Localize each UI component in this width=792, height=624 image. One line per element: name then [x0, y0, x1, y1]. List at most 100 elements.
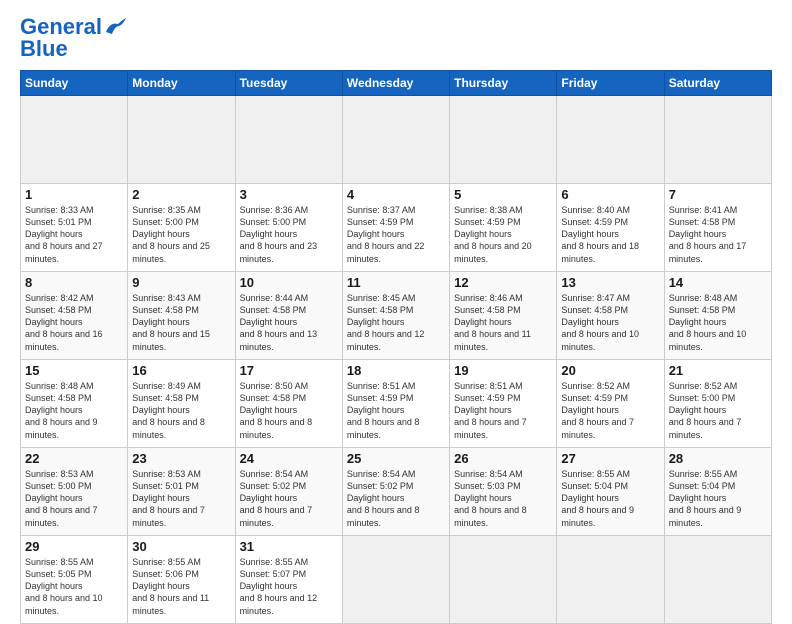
cell-info: Sunrise: 8:49 AMSunset: 4:58 PMDaylight …	[132, 381, 205, 440]
day-number: 15	[25, 363, 123, 378]
calendar-cell: 4 Sunrise: 8:37 AMSunset: 4:59 PMDayligh…	[342, 184, 449, 272]
day-number: 24	[240, 451, 338, 466]
cell-info: Sunrise: 8:52 AMSunset: 4:59 PMDaylight …	[561, 381, 634, 440]
calendar-cell: 1 Sunrise: 8:33 AMSunset: 5:01 PMDayligh…	[21, 184, 128, 272]
cell-info: Sunrise: 8:42 AMSunset: 4:58 PMDaylight …	[25, 293, 103, 352]
calendar-cell	[450, 96, 557, 184]
col-header-friday: Friday	[557, 71, 664, 96]
day-number: 12	[454, 275, 552, 290]
calendar-cell	[664, 536, 771, 624]
cell-info: Sunrise: 8:51 AMSunset: 4:59 PMDaylight …	[347, 381, 420, 440]
calendar-cell: 12 Sunrise: 8:46 AMSunset: 4:58 PMDaylig…	[450, 272, 557, 360]
calendar-cell: 5 Sunrise: 8:38 AMSunset: 4:59 PMDayligh…	[450, 184, 557, 272]
calendar-cell: 9 Sunrise: 8:43 AMSunset: 4:58 PMDayligh…	[128, 272, 235, 360]
calendar-week-0	[21, 96, 772, 184]
calendar-week-4: 22 Sunrise: 8:53 AMSunset: 5:00 PMDaylig…	[21, 448, 772, 536]
calendar-cell: 22 Sunrise: 8:53 AMSunset: 5:00 PMDaylig…	[21, 448, 128, 536]
calendar-cell: 21 Sunrise: 8:52 AMSunset: 5:00 PMDaylig…	[664, 360, 771, 448]
cell-info: Sunrise: 8:47 AMSunset: 4:58 PMDaylight …	[561, 293, 639, 352]
calendar-cell: 3 Sunrise: 8:36 AMSunset: 5:00 PMDayligh…	[235, 184, 342, 272]
cell-info: Sunrise: 8:55 AMSunset: 5:07 PMDaylight …	[240, 557, 318, 616]
calendar-cell	[450, 536, 557, 624]
cell-info: Sunrise: 8:44 AMSunset: 4:58 PMDaylight …	[240, 293, 318, 352]
day-number: 11	[347, 275, 445, 290]
calendar-cell	[235, 96, 342, 184]
calendar-week-5: 29 Sunrise: 8:55 AMSunset: 5:05 PMDaylig…	[21, 536, 772, 624]
logo: General Blue	[20, 16, 126, 60]
calendar-cell: 16 Sunrise: 8:49 AMSunset: 4:58 PMDaylig…	[128, 360, 235, 448]
day-number: 16	[132, 363, 230, 378]
calendar-cell: 27 Sunrise: 8:55 AMSunset: 5:04 PMDaylig…	[557, 448, 664, 536]
calendar-cell: 14 Sunrise: 8:48 AMSunset: 4:58 PMDaylig…	[664, 272, 771, 360]
calendar-cell	[342, 536, 449, 624]
day-number: 8	[25, 275, 123, 290]
cell-info: Sunrise: 8:43 AMSunset: 4:58 PMDaylight …	[132, 293, 210, 352]
day-number: 2	[132, 187, 230, 202]
cell-info: Sunrise: 8:55 AMSunset: 5:04 PMDaylight …	[561, 469, 634, 528]
day-number: 27	[561, 451, 659, 466]
logo-bird-icon	[104, 18, 126, 36]
cell-info: Sunrise: 8:38 AMSunset: 4:59 PMDaylight …	[454, 205, 532, 264]
calendar: SundayMondayTuesdayWednesdayThursdayFrid…	[20, 70, 772, 624]
col-header-wednesday: Wednesday	[342, 71, 449, 96]
calendar-cell: 29 Sunrise: 8:55 AMSunset: 5:05 PMDaylig…	[21, 536, 128, 624]
page: General Blue SundayMondayTuesdayWednesda…	[0, 0, 792, 612]
col-header-sunday: Sunday	[21, 71, 128, 96]
day-number: 14	[669, 275, 767, 290]
day-number: 9	[132, 275, 230, 290]
calendar-cell	[21, 96, 128, 184]
day-number: 23	[132, 451, 230, 466]
calendar-cell: 18 Sunrise: 8:51 AMSunset: 4:59 PMDaylig…	[342, 360, 449, 448]
day-number: 10	[240, 275, 338, 290]
cell-info: Sunrise: 8:53 AMSunset: 5:01 PMDaylight …	[132, 469, 205, 528]
calendar-cell: 20 Sunrise: 8:52 AMSunset: 4:59 PMDaylig…	[557, 360, 664, 448]
logo-blue: Blue	[20, 38, 68, 60]
calendar-cell: 6 Sunrise: 8:40 AMSunset: 4:59 PMDayligh…	[557, 184, 664, 272]
calendar-cell: 17 Sunrise: 8:50 AMSunset: 4:58 PMDaylig…	[235, 360, 342, 448]
cell-info: Sunrise: 8:54 AMSunset: 5:02 PMDaylight …	[240, 469, 313, 528]
logo-text: General	[20, 16, 102, 38]
calendar-cell	[342, 96, 449, 184]
calendar-cell: 26 Sunrise: 8:54 AMSunset: 5:03 PMDaylig…	[450, 448, 557, 536]
calendar-week-3: 15 Sunrise: 8:48 AMSunset: 4:58 PMDaylig…	[21, 360, 772, 448]
calendar-cell: 10 Sunrise: 8:44 AMSunset: 4:58 PMDaylig…	[235, 272, 342, 360]
col-header-thursday: Thursday	[450, 71, 557, 96]
header: General Blue	[20, 16, 772, 60]
calendar-cell	[664, 96, 771, 184]
calendar-cell: 11 Sunrise: 8:45 AMSunset: 4:58 PMDaylig…	[342, 272, 449, 360]
day-number: 21	[669, 363, 767, 378]
day-number: 18	[347, 363, 445, 378]
day-number: 30	[132, 539, 230, 554]
day-number: 5	[454, 187, 552, 202]
day-number: 1	[25, 187, 123, 202]
calendar-cell	[128, 96, 235, 184]
cell-info: Sunrise: 8:46 AMSunset: 4:58 PMDaylight …	[454, 293, 531, 352]
calendar-cell: 7 Sunrise: 8:41 AMSunset: 4:58 PMDayligh…	[664, 184, 771, 272]
cell-info: Sunrise: 8:52 AMSunset: 5:00 PMDaylight …	[669, 381, 742, 440]
cell-info: Sunrise: 8:55 AMSunset: 5:06 PMDaylight …	[132, 557, 209, 616]
cell-info: Sunrise: 8:40 AMSunset: 4:59 PMDaylight …	[561, 205, 639, 264]
calendar-cell: 15 Sunrise: 8:48 AMSunset: 4:58 PMDaylig…	[21, 360, 128, 448]
calendar-cell: 19 Sunrise: 8:51 AMSunset: 4:59 PMDaylig…	[450, 360, 557, 448]
day-number: 26	[454, 451, 552, 466]
cell-info: Sunrise: 8:53 AMSunset: 5:00 PMDaylight …	[25, 469, 98, 528]
day-number: 17	[240, 363, 338, 378]
cell-info: Sunrise: 8:48 AMSunset: 4:58 PMDaylight …	[25, 381, 98, 440]
cell-info: Sunrise: 8:33 AMSunset: 5:01 PMDaylight …	[25, 205, 103, 264]
calendar-cell: 8 Sunrise: 8:42 AMSunset: 4:58 PMDayligh…	[21, 272, 128, 360]
calendar-cell: 24 Sunrise: 8:54 AMSunset: 5:02 PMDaylig…	[235, 448, 342, 536]
cell-info: Sunrise: 8:36 AMSunset: 5:00 PMDaylight …	[240, 205, 318, 264]
calendar-cell: 28 Sunrise: 8:55 AMSunset: 5:04 PMDaylig…	[664, 448, 771, 536]
day-number: 29	[25, 539, 123, 554]
calendar-week-2: 8 Sunrise: 8:42 AMSunset: 4:58 PMDayligh…	[21, 272, 772, 360]
cell-info: Sunrise: 8:41 AMSunset: 4:58 PMDaylight …	[669, 205, 747, 264]
calendar-header-row: SundayMondayTuesdayWednesdayThursdayFrid…	[21, 71, 772, 96]
calendar-cell: 25 Sunrise: 8:54 AMSunset: 5:02 PMDaylig…	[342, 448, 449, 536]
calendar-cell	[557, 96, 664, 184]
cell-info: Sunrise: 8:45 AMSunset: 4:58 PMDaylight …	[347, 293, 425, 352]
calendar-cell: 2 Sunrise: 8:35 AMSunset: 5:00 PMDayligh…	[128, 184, 235, 272]
day-number: 13	[561, 275, 659, 290]
calendar-cell: 13 Sunrise: 8:47 AMSunset: 4:58 PMDaylig…	[557, 272, 664, 360]
day-number: 4	[347, 187, 445, 202]
day-number: 3	[240, 187, 338, 202]
